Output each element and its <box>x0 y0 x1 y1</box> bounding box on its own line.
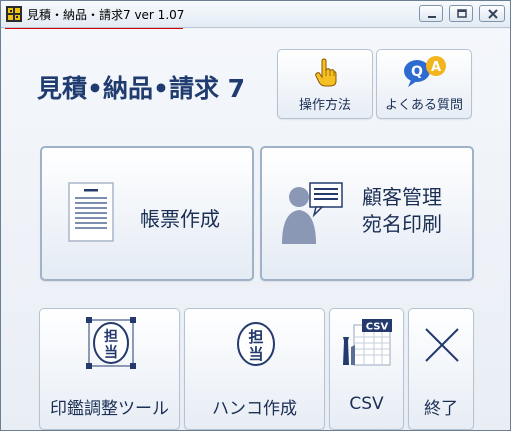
close-button[interactable] <box>479 5 505 22</box>
qa-bubble-icon: Q A <box>403 56 449 92</box>
exit-label: 終了 <box>424 399 458 419</box>
maximize-button[interactable] <box>449 5 473 22</box>
csv-tools-icon: CSV <box>340 319 396 371</box>
maximize-icon <box>457 9 467 18</box>
stamp-adjust-top-char: 担 <box>104 328 118 345</box>
customer-label-line1: 顧客管理 <box>362 185 442 209</box>
close-icon <box>488 9 498 19</box>
stamp-crop-icon: 担 当 <box>86 317 136 373</box>
forms-label: 帳票作成 <box>140 207 220 231</box>
csv-badge-text: CSV <box>366 322 389 333</box>
app-grid-icon[interactable] <box>6 6 22 22</box>
customer-button[interactable]: 顧客管理 宛名印刷 <box>260 146 474 281</box>
faq-button[interactable]: Q A よくある質問 <box>376 49 472 119</box>
minimize-button[interactable] <box>419 5 443 22</box>
forms-button[interactable]: 帳票作成 <box>40 146 254 281</box>
stamp-create-bottom-char: 当 <box>248 345 263 363</box>
csv-label: CSV <box>349 394 384 414</box>
howto-button[interactable]: 操作方法 <box>277 49 373 119</box>
howto-label: 操作方法 <box>298 98 351 113</box>
main-window: 見積・納品・請求7 ver 1.07 見積•納品•請求 7 操作方法 Q A よ… <box>0 0 511 431</box>
title-bar[interactable]: 見積・納品・請求7 ver 1.07 <box>1 1 510 30</box>
stamp-create-label: ハンコ作成 <box>212 399 297 419</box>
stamp-icon: 担 当 <box>234 320 278 372</box>
close-x-icon <box>424 327 460 367</box>
stamp-create-top-char: 担 <box>248 328 263 346</box>
minimize-icon <box>428 16 436 18</box>
faq-label: よくある質問 <box>384 98 463 113</box>
stamp-adjust-label: 印鑑調整ツール <box>50 399 169 419</box>
customer-label-line2: 宛名印刷 <box>362 212 442 236</box>
person-message-icon <box>282 182 344 248</box>
faq-a-text: A <box>431 60 441 75</box>
document-icon <box>68 182 114 246</box>
customer-label: 顧客管理 宛名印刷 <box>362 184 442 238</box>
faq-q-text: Q <box>411 64 423 80</box>
hand-pointer-icon <box>315 58 337 92</box>
csv-button[interactable]: CSV CSV <box>329 308 404 430</box>
exit-button[interactable]: 終了 <box>408 308 474 430</box>
stamp-adjust-bottom-char: 当 <box>104 344 118 361</box>
main-panel: 見積•納品•請求 7 操作方法 Q A よくある質問 帳票作成 顧客管理 宛名印… <box>1 29 510 430</box>
stamp-adjust-button[interactable]: 担 当 印鑑調整ツール <box>39 308 180 430</box>
stamp-create-button[interactable]: 担 当 ハンコ作成 <box>184 308 325 430</box>
app-logo: 見積•納品•請求 7 <box>37 74 246 103</box>
window-title: 見積・納品・請求7 ver 1.07 <box>27 8 185 22</box>
